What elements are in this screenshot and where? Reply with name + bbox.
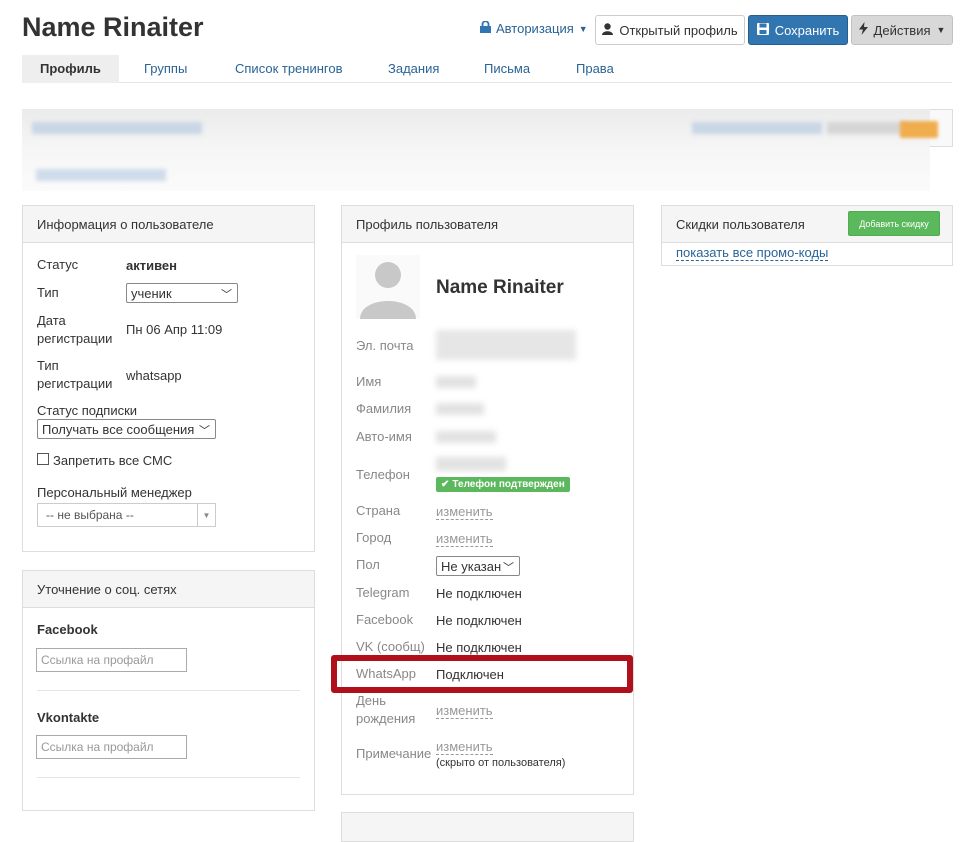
- auth-dropdown[interactable]: Авторизация ▼: [480, 20, 588, 36]
- manager-label: Персональный менеджер: [37, 485, 192, 500]
- chevron-down-icon: ﹀: [199, 425, 210, 437]
- type-select[interactable]: ученик ﹀: [126, 283, 238, 303]
- tab-rights[interactable]: Права: [576, 55, 614, 83]
- city-edit-link[interactable]: изменить: [436, 531, 493, 547]
- country-label: Страна: [356, 503, 401, 518]
- tab-letters[interactable]: Письма: [484, 55, 530, 83]
- actions-label: Действия: [873, 22, 931, 38]
- whatsapp-highlight-box: [331, 655, 633, 693]
- first-name-redacted: [436, 376, 476, 388]
- user-icon: [602, 22, 614, 38]
- tab-tasks[interactable]: Задания: [388, 55, 439, 83]
- profile-title: Профиль пользователя: [342, 206, 633, 243]
- caret-down-icon: ▼: [197, 504, 215, 526]
- discounts-title: Скидки пользователя: [676, 216, 805, 232]
- phone-verified-badge: ✔ Телефон подтвержден: [436, 477, 570, 492]
- vk-value: Не подключен: [436, 640, 522, 655]
- last-name-label: Фамилия: [356, 401, 412, 416]
- facebook-messenger-label: Facebook: [356, 612, 414, 627]
- type-label: Тип: [37, 285, 59, 300]
- tab-bar: Профиль Группы Список тренингов Задания …: [22, 55, 952, 83]
- blurred-notice: [22, 109, 930, 191]
- save-label: Сохранить: [774, 22, 840, 38]
- actions-dropdown[interactable]: Действия ▼: [851, 15, 953, 45]
- caret-down-icon: ▼: [936, 25, 946, 35]
- check-icon: ✔: [441, 479, 450, 490]
- tab-groups[interactable]: Группы: [144, 55, 187, 83]
- telegram-value: Не подключен: [436, 586, 522, 601]
- subscription-select-value: Получать все сообщения: [42, 421, 195, 437]
- chevron-down-icon: ﹀: [221, 289, 232, 301]
- manager-select-value: -- не выбрана --: [46, 508, 134, 522]
- birthday-edit-link[interactable]: изменить: [436, 703, 493, 719]
- country-edit-link[interactable]: изменить: [436, 504, 493, 520]
- subscription-label: Статус подписки: [37, 403, 138, 418]
- first-name-label: Имя: [356, 374, 382, 389]
- reg-type-value: whatsapp: [126, 368, 182, 383]
- avatar: [356, 255, 420, 319]
- gender-select[interactable]: Не указан ﹀: [436, 556, 520, 576]
- divider: [37, 690, 300, 691]
- phone-verified-label: Телефон подтвержден: [452, 479, 565, 490]
- auto-name-label: Авто-имя: [356, 429, 412, 444]
- facebook-label: Facebook: [37, 622, 98, 637]
- phone-redacted: [436, 457, 506, 471]
- phone-label: Телефон: [356, 467, 410, 482]
- vk-label: VK (сообщ): [356, 639, 425, 654]
- facebook-messenger-value: Не подключен: [436, 613, 522, 628]
- lock-icon: [480, 20, 491, 36]
- subscription-select[interactable]: Получать все сообщения ﹀: [37, 419, 216, 439]
- reg-type-label-2: регистрации: [37, 376, 113, 391]
- vkontakte-label: Vkontakte: [37, 710, 100, 725]
- profile-name: Name Rinaiter: [436, 277, 564, 298]
- note-label: Примечание: [356, 746, 432, 761]
- email-value-redacted: [436, 330, 576, 360]
- open-profile-button[interactable]: Открытый профиль: [595, 15, 745, 45]
- blurred-badge: [900, 121, 938, 138]
- email-label: Эл. почта: [356, 338, 414, 353]
- reg-date-label-2: регистрации: [37, 331, 113, 346]
- facebook-link-input[interactable]: Ссылка на профайл: [36, 648, 187, 672]
- note-edit-link[interactable]: изменить: [436, 739, 493, 755]
- page-title: Name Rinaiter: [22, 12, 204, 42]
- birthday-label-1: День: [356, 693, 386, 708]
- city-label: Город: [356, 530, 392, 545]
- status-value: активен: [126, 258, 177, 273]
- vkontakte-link-input[interactable]: Ссылка на профайл: [36, 735, 187, 759]
- bolt-icon: [858, 22, 868, 38]
- next-panel: [341, 812, 634, 842]
- open-profile-label: Открытый профиль: [619, 22, 738, 38]
- ban-sms-label: Запретить все СМС: [53, 453, 173, 468]
- add-discount-button[interactable]: Добавить скидку: [848, 211, 940, 236]
- tab-trainings[interactable]: Список тренингов: [235, 55, 343, 83]
- auto-name-redacted: [436, 431, 496, 443]
- gender-select-value: Не указан: [441, 558, 502, 574]
- note-hint: (скрыто от пользователя): [436, 757, 566, 769]
- user-silhouette-icon: [360, 262, 416, 319]
- ban-sms-checkbox[interactable]: [37, 453, 49, 465]
- user-info-title: Информация о пользователе: [23, 206, 314, 243]
- caret-down-icon: ▼: [578, 23, 588, 34]
- social-title: Уточнение о соц. сетях: [23, 571, 314, 608]
- birthday-label-2: рождения: [356, 711, 416, 726]
- divider: [37, 777, 300, 778]
- floppy-icon: [756, 22, 769, 38]
- last-name-redacted: [436, 403, 484, 415]
- status-label: Статус: [37, 257, 79, 272]
- chevron-down-icon: ﹀: [503, 562, 514, 574]
- tab-profile[interactable]: Профиль: [22, 55, 119, 83]
- gender-label: Пол: [356, 557, 380, 572]
- reg-type-label-1: Тип: [37, 358, 59, 373]
- type-select-value: ученик: [131, 285, 172, 301]
- show-promo-codes-link[interactable]: показать все промо-коды: [676, 245, 829, 261]
- save-button[interactable]: Сохранить: [748, 15, 848, 45]
- reg-date-label-1: Дата: [37, 313, 66, 328]
- manager-select[interactable]: -- не выбрана -- ▼: [37, 503, 216, 527]
- telegram-label: Telegram: [356, 585, 410, 600]
- auth-label: Авторизация: [496, 21, 574, 36]
- reg-date-value: Пн 06 Апр 11:09: [126, 322, 223, 337]
